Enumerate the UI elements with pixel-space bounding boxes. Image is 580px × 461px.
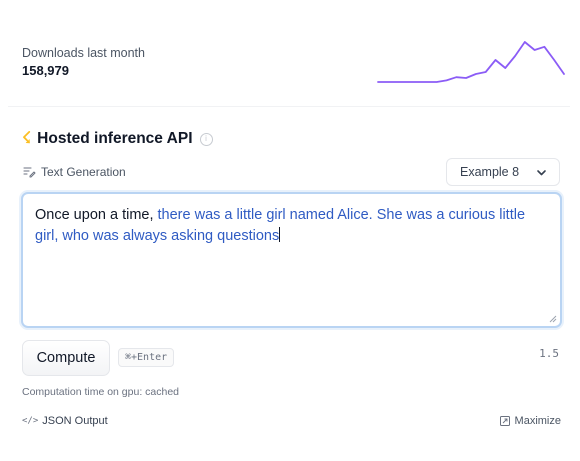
inference-api-title: Hosted inference API xyxy=(37,130,193,147)
inference-api-header: ☇ Hosted inference API i xyxy=(22,130,213,148)
prompt-text: Once upon a time, xyxy=(35,207,158,223)
info-icon[interactable]: i xyxy=(199,132,213,146)
lightning-icon: ☇ xyxy=(22,130,32,147)
task-type: Text Generation xyxy=(22,165,126,179)
compute-label: Compute xyxy=(36,350,96,366)
maximize-icon xyxy=(499,416,510,426)
prompt-editor[interactable]: Once upon a time, there was a little gir… xyxy=(21,192,562,328)
text-generation-icon xyxy=(23,167,36,178)
downloads-label: Downloads last month xyxy=(22,46,145,60)
section-divider xyxy=(8,106,570,107)
example-select[interactable]: Example 8 xyxy=(446,158,560,186)
downloads-sparkline xyxy=(377,41,565,83)
code-icon: </> xyxy=(22,416,39,426)
maximize-button[interactable]: Maximize xyxy=(499,415,561,427)
compute-button[interactable]: Compute xyxy=(22,340,110,376)
maximize-label: Maximize xyxy=(514,415,561,427)
keyboard-shortcut-hint: ⌘+Enter xyxy=(118,348,175,367)
example-select-value: Example 8 xyxy=(460,165,520,179)
json-output-toggle[interactable]: </> JSON Output xyxy=(22,415,108,427)
downloads-count: 158,979 xyxy=(22,63,69,78)
text-caret xyxy=(279,227,281,242)
json-output-label: JSON Output xyxy=(42,415,108,427)
model-version: 1.5 xyxy=(539,347,559,360)
chevron-down-icon xyxy=(537,170,546,176)
task-label: Text Generation xyxy=(41,165,126,179)
resize-handle-icon[interactable] xyxy=(549,315,557,323)
downloads-stats: Downloads last month 158,979 xyxy=(22,46,145,79)
computation-time: Computation time on gpu: cached xyxy=(22,386,180,398)
